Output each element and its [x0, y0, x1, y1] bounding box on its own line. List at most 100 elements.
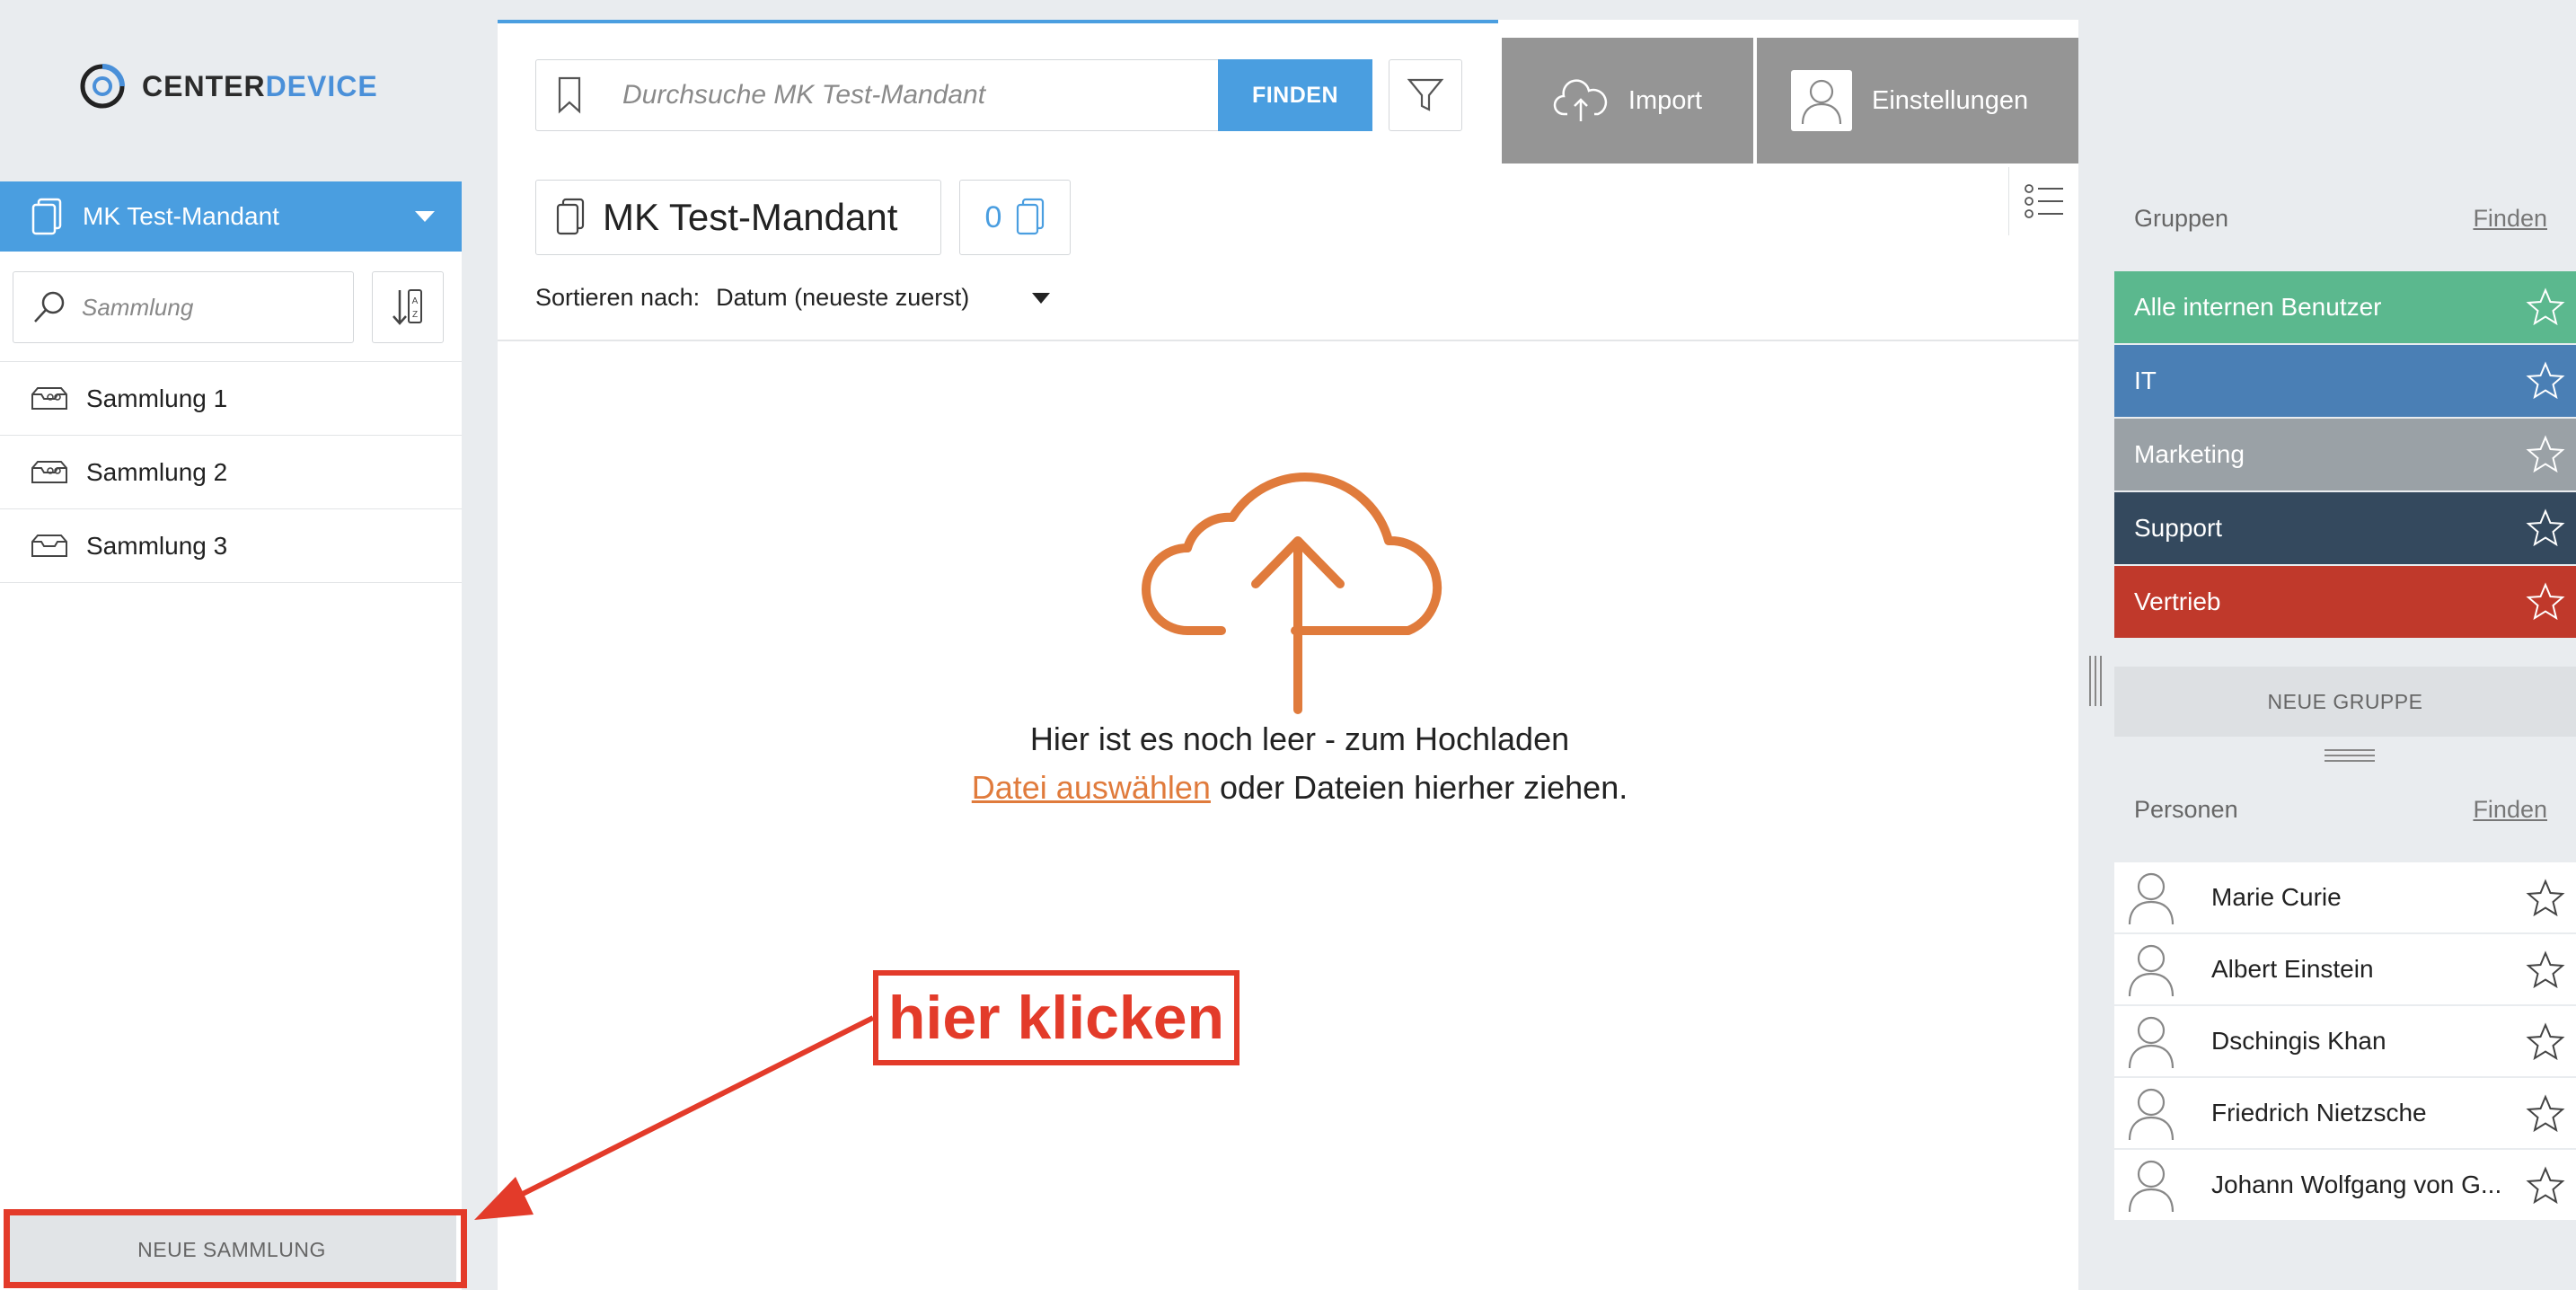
- svg-text:A: A: [412, 296, 419, 306]
- star-icon[interactable]: [2526, 582, 2565, 622]
- collection-search-placeholder: Sammlung: [82, 293, 194, 321]
- empty-state-text-2: Datei auswählen oder Dateien hierher zie…: [498, 769, 2102, 807]
- chevron-down-icon[interactable]: [415, 211, 435, 222]
- documents-icon: [1017, 198, 1045, 235]
- find-button[interactable]: FINDEN: [1218, 59, 1372, 131]
- document-count-badge[interactable]: 0: [959, 180, 1071, 255]
- divider: [498, 340, 2078, 341]
- collection-item[interactable]: Sammlung 1: [0, 362, 462, 436]
- logo-icon: [80, 64, 125, 109]
- group-item[interactable]: Support: [2114, 492, 2576, 564]
- star-icon[interactable]: [2526, 508, 2565, 548]
- empty-state-text: Hier ist es noch leer - zum Hochladen: [1029, 720, 1570, 757]
- import-label: Import: [1628, 85, 1703, 115]
- group-item[interactable]: Vertrieb: [2114, 566, 2576, 638]
- star-icon[interactable]: [2526, 1022, 2565, 1062]
- sort-value: Datum (neueste zuerst): [716, 284, 970, 311]
- groups-header: Gruppen Finden: [2134, 205, 2547, 233]
- people-heading: Personen: [2134, 796, 2238, 823]
- document-search-input[interactable]: Durchsuche MK Test-Mandant: [535, 59, 1218, 131]
- shared-collection-icon: [31, 460, 67, 483]
- bookmark-icon[interactable]: [556, 75, 583, 115]
- user-icon: [2128, 1160, 2175, 1213]
- star-icon[interactable]: [2526, 361, 2565, 401]
- tenant-name: MK Test-Mandant: [83, 202, 279, 230]
- person-item[interactable]: Friedrich Nietzsche: [2114, 1078, 2576, 1150]
- person-item[interactable]: Dschingis Khan: [2114, 1006, 2576, 1078]
- sort-label: Sortieren nach:: [535, 284, 701, 311]
- annotation-callout: hier klicken: [873, 970, 1239, 1065]
- groups-find-link[interactable]: Finden: [2473, 205, 2547, 233]
- center-top-gap: [498, 0, 2078, 20]
- group-label: Vertrieb: [2134, 588, 2221, 615]
- collection-label: Sammlung 3: [86, 531, 228, 560]
- group-list: Alle internen Benutzer IT Marketing Supp…: [2114, 271, 2576, 640]
- person-name: Dschingis Khan: [2211, 1027, 2386, 1055]
- filter-icon: [1407, 78, 1444, 111]
- document-count: 0: [984, 199, 1002, 234]
- cloud-upload-icon[interactable]: [1132, 440, 1464, 719]
- star-icon[interactable]: [2526, 287, 2565, 327]
- annotation-highlight-frame: [4, 1209, 467, 1288]
- group-label: Marketing: [2134, 440, 2245, 468]
- logo-word-center: CENTER: [142, 69, 266, 102]
- import-button[interactable]: Import: [1502, 38, 1753, 163]
- list-view-icon: [2024, 184, 2063, 218]
- settings-button[interactable]: Einstellungen: [1757, 38, 2078, 163]
- logo-word-device: DEVICE: [265, 69, 378, 102]
- active-tab-indicator: [498, 20, 1498, 23]
- search-icon: [34, 291, 65, 322]
- star-icon[interactable]: [2526, 1166, 2565, 1206]
- groups-heading: Gruppen: [2134, 205, 2229, 232]
- sort-az-icon: A Z: [393, 289, 422, 325]
- sort-dropdown[interactable]: Sortieren nach: Datum (neueste zuerst): [535, 284, 1051, 312]
- star-icon[interactable]: [2526, 435, 2565, 474]
- list-view-toggle[interactable]: [2008, 167, 2078, 235]
- settings-label: Einstellungen: [1872, 85, 2029, 115]
- shared-collection-icon: [31, 386, 67, 410]
- person-name: Albert Einstein: [2211, 955, 2374, 983]
- document-search-placeholder: Durchsuche MK Test-Mandant: [622, 80, 986, 110]
- documents-icon: [31, 198, 62, 235]
- user-icon: [2128, 872, 2175, 925]
- group-item[interactable]: Alle internen Benutzer: [2114, 271, 2576, 343]
- group-label: Alle internen Benutzer: [2134, 293, 2382, 321]
- person-name: Johann Wolfgang von G...: [2211, 1171, 2502, 1198]
- new-group-button[interactable]: NEUE GRUPPE: [2114, 667, 2576, 737]
- star-icon[interactable]: [2526, 950, 2565, 990]
- star-icon[interactable]: [2526, 879, 2565, 918]
- people-find-link[interactable]: Finden: [2473, 796, 2547, 824]
- people-list: Marie Curie Albert Einstein Dschingis Kh…: [2114, 862, 2576, 1222]
- collection-icon: [31, 534, 67, 557]
- select-file-link[interactable]: Datei auswählen: [972, 769, 1211, 806]
- page-title-text: MK Test-Mandant: [603, 196, 898, 238]
- left-sidebar: CENTERDEVICE MK Test-Mandant Sammlung A …: [0, 0, 462, 1290]
- person-item[interactable]: Albert Einstein: [2114, 934, 2576, 1006]
- person-item[interactable]: Marie Curie: [2114, 862, 2576, 934]
- user-icon: [2128, 1088, 2175, 1141]
- cloud-upload-icon: [1553, 79, 1608, 121]
- person-name: Friedrich Nietzsche: [2211, 1099, 2427, 1127]
- collection-item[interactable]: Sammlung 2: [0, 436, 462, 509]
- centerdevice-logo[interactable]: CENTERDEVICE: [77, 61, 378, 111]
- filter-button[interactable]: [1389, 59, 1462, 131]
- group-label: Support: [2134, 514, 2223, 542]
- collection-item[interactable]: Sammlung 3: [0, 509, 462, 583]
- group-item[interactable]: Marketing: [2114, 419, 2576, 490]
- star-icon[interactable]: [2526, 1094, 2565, 1134]
- collection-label: Sammlung 2: [86, 457, 228, 486]
- resize-handle-vertical[interactable]: [2087, 654, 2104, 708]
- tenant-selector[interactable]: MK Test-Mandant: [0, 181, 462, 252]
- person-item[interactable]: Johann Wolfgang von G...: [2114, 1150, 2576, 1222]
- group-item[interactable]: IT: [2114, 345, 2576, 417]
- collection-search-input[interactable]: Sammlung: [13, 271, 354, 343]
- sort-collections-button[interactable]: A Z: [372, 271, 444, 343]
- person-name: Marie Curie: [2211, 883, 2342, 911]
- user-icon: [2128, 1016, 2175, 1069]
- collection-list: Sammlung 1 Sammlung 2 Sammlung 3: [0, 361, 462, 583]
- resize-handle-horizontal[interactable]: [2323, 747, 2377, 764]
- page-title: MK Test-Mandant: [535, 180, 941, 255]
- people-header: Personen Finden: [2134, 796, 2547, 824]
- user-icon: [2128, 944, 2175, 997]
- svg-text:Z: Z: [412, 310, 418, 320]
